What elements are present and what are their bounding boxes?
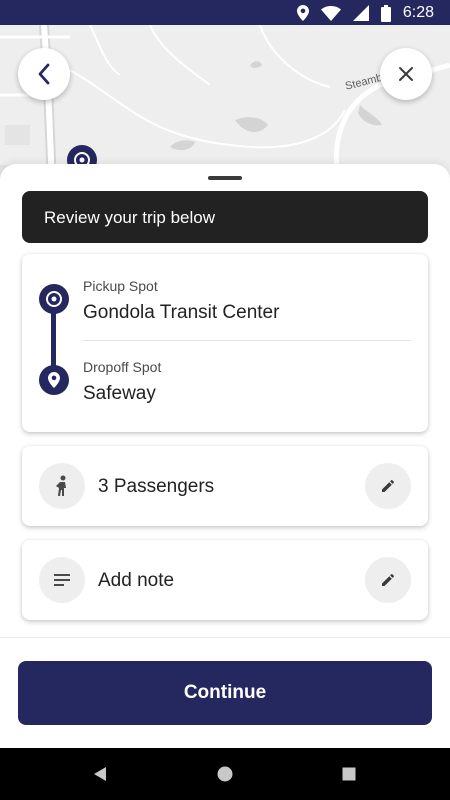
edit-note-button[interactable] — [365, 557, 411, 603]
edit-passengers-button[interactable] — [365, 463, 411, 509]
close-icon — [399, 67, 413, 81]
person-icon — [39, 463, 85, 509]
continue-button[interactable]: Continue — [18, 661, 432, 725]
system-nav-bar — [0, 748, 450, 800]
wifi-icon — [320, 5, 341, 21]
pickup-marker-icon — [39, 284, 69, 314]
chevron-left-icon — [38, 63, 50, 85]
dropoff-label: Dropoff Spot — [83, 359, 162, 375]
route-card: Pickup Spot Gondola Transit Center Dropo… — [22, 254, 428, 432]
footer-divider — [0, 637, 450, 638]
notes-icon — [39, 557, 85, 603]
review-banner: Review your trip below — [22, 191, 428, 243]
status-bar: 6:28 — [0, 0, 450, 25]
status-icons: 6:28 — [296, 4, 434, 22]
trip-review-sheet: Review your trip below Pickup Spot Gondo… — [0, 164, 450, 748]
nav-back-button[interactable] — [88, 762, 112, 786]
square-recents-icon — [342, 767, 356, 781]
dropoff-name[interactable]: Safeway — [83, 383, 156, 405]
passengers-count: 3 Passengers — [98, 476, 215, 497]
route-divider — [83, 340, 411, 341]
pickup-name[interactable]: Gondola Transit Center — [83, 302, 279, 324]
signal-icon — [352, 5, 369, 21]
nav-recents-button[interactable] — [337, 762, 361, 786]
note-card[interactable]: Add note — [22, 540, 428, 620]
status-time: 6:28 — [402, 4, 434, 21]
back-button[interactable] — [18, 48, 70, 100]
triangle-back-icon — [94, 767, 106, 781]
circle-home-icon — [217, 766, 233, 782]
dropoff-marker-icon — [39, 365, 69, 395]
sheet-handle[interactable] — [208, 176, 242, 180]
add-note-label: Add note — [98, 570, 175, 591]
pickup-label: Pickup Spot — [83, 278, 158, 294]
close-button[interactable] — [380, 48, 432, 100]
pencil-icon — [382, 573, 395, 586]
location-icon — [296, 5, 309, 21]
battery-icon — [380, 4, 391, 22]
pencil-icon — [382, 479, 395, 492]
passengers-card[interactable]: 3 Passengers — [22, 446, 428, 526]
nav-home-button[interactable] — [213, 762, 237, 786]
map-view[interactable]: Steambo — [0, 25, 450, 185]
